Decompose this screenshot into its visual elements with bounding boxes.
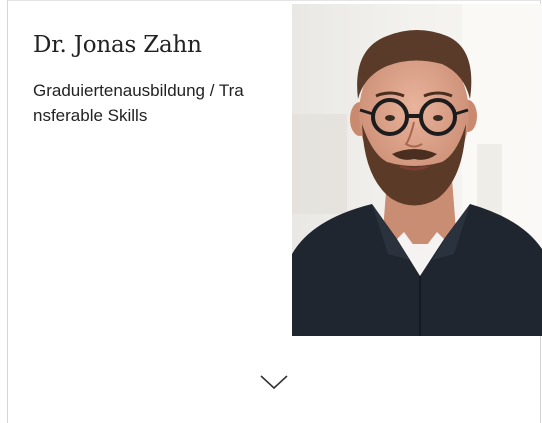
person-card: Dr. Jonas Zahn Graduiertenausbildung / T…: [7, 0, 542, 423]
chevron-down-icon: [259, 374, 289, 390]
person-role: Graduiertenausbildung / Transferable Ski…: [33, 81, 244, 125]
expand-button[interactable]: [252, 367, 296, 397]
person-name: Dr. Jonas Zahn: [33, 32, 202, 58]
portrait-photo: [292, 4, 542, 336]
